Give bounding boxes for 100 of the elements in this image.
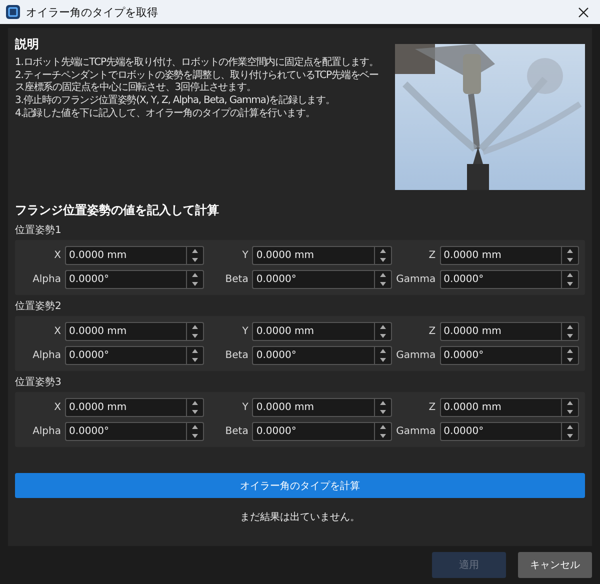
pose-label: 位置姿勢3 bbox=[15, 376, 62, 389]
spin-down-icon[interactable] bbox=[192, 410, 198, 414]
spin-down-icon[interactable] bbox=[566, 282, 573, 286]
number-input[interactable]: 0.0000 mm bbox=[252, 398, 374, 417]
spin-buttons[interactable] bbox=[374, 322, 392, 341]
spin-down-icon[interactable] bbox=[380, 358, 386, 362]
spin-buttons[interactable] bbox=[186, 398, 204, 417]
number-input[interactable]: 0.0000 mm bbox=[252, 322, 374, 341]
spin-up-icon[interactable] bbox=[192, 249, 198, 254]
spin-up-icon[interactable] bbox=[380, 249, 386, 254]
spin-up-icon[interactable] bbox=[192, 325, 198, 330]
spin-down-icon[interactable] bbox=[192, 334, 198, 338]
spin-up-icon[interactable] bbox=[380, 401, 386, 406]
number-input[interactable]: 0.0000° bbox=[440, 422, 561, 441]
spin-down-icon[interactable] bbox=[192, 434, 198, 438]
spin-up-icon[interactable] bbox=[566, 401, 573, 406]
field-label: Z bbox=[428, 250, 436, 261]
field-label: X bbox=[53, 326, 61, 337]
number-input[interactable]: 0.0000° bbox=[252, 270, 374, 289]
spin-down-icon[interactable] bbox=[192, 258, 198, 262]
number-input[interactable]: 0.0000° bbox=[252, 346, 374, 365]
spin-up-icon[interactable] bbox=[192, 273, 198, 278]
spin-down-icon[interactable] bbox=[192, 282, 198, 286]
pose-label: 位置姿勢2 bbox=[15, 300, 62, 313]
spin-down-icon[interactable] bbox=[380, 334, 386, 338]
number-input[interactable]: 0.0000 mm bbox=[440, 322, 561, 341]
spin-buttons[interactable] bbox=[374, 346, 392, 365]
spin-down-icon[interactable] bbox=[566, 258, 573, 262]
field-label: Z bbox=[428, 326, 436, 337]
spin-down-icon[interactable] bbox=[566, 358, 573, 362]
number-input[interactable]: 0.0000 mm bbox=[252, 246, 374, 265]
field-label: Beta bbox=[224, 274, 248, 285]
spin-down-icon[interactable] bbox=[380, 258, 386, 262]
instruction-step: 2.ティーチペンダントでロボットの姿勢を調整し、取り付けられているTCP先端をベース座標系の固定点を中心に回転させ、3回停止させます。 bbox=[15, 70, 387, 94]
spin-buttons[interactable] bbox=[560, 398, 579, 417]
spin-buttons[interactable] bbox=[186, 322, 204, 341]
spin-up-icon[interactable] bbox=[380, 325, 386, 330]
field-label: Beta bbox=[224, 350, 248, 361]
app-icon bbox=[6, 5, 20, 19]
spin-buttons[interactable] bbox=[560, 322, 579, 341]
spin-buttons[interactable] bbox=[374, 246, 392, 265]
number-input[interactable]: 0.0000° bbox=[440, 270, 561, 289]
spin-up-icon[interactable] bbox=[566, 425, 573, 430]
number-input[interactable]: 0.0000 mm bbox=[65, 398, 186, 417]
spin-up-icon[interactable] bbox=[192, 401, 198, 406]
section-title: フランジ位置姿勢の値を記入して計算 bbox=[15, 202, 220, 219]
spin-buttons[interactable] bbox=[560, 346, 579, 365]
instruction-step: 4.記録した値を下に記入して、オイラー角のタイプの計算を行います。 bbox=[15, 108, 387, 120]
spin-up-icon[interactable] bbox=[566, 249, 573, 254]
spin-up-icon[interactable] bbox=[380, 349, 386, 354]
field-label: Alpha bbox=[32, 426, 61, 437]
spin-down-icon[interactable] bbox=[566, 434, 573, 438]
spin-down-icon[interactable] bbox=[380, 434, 386, 438]
result-message: まだ結果は出ていません。 bbox=[240, 510, 360, 524]
window-title: オイラー角のタイプを取得 bbox=[26, 4, 159, 20]
number-input[interactable]: 0.0000° bbox=[440, 346, 561, 365]
spin-up-icon[interactable] bbox=[380, 273, 386, 278]
spin-buttons[interactable] bbox=[374, 422, 392, 441]
spin-up-icon[interactable] bbox=[566, 349, 573, 354]
spin-buttons[interactable] bbox=[374, 398, 392, 417]
number-input[interactable]: 0.0000° bbox=[65, 422, 186, 441]
spin-buttons[interactable] bbox=[560, 270, 579, 289]
close-icon[interactable] bbox=[578, 6, 588, 18]
field-label: Alpha bbox=[32, 274, 61, 285]
spin-down-icon[interactable] bbox=[380, 282, 386, 286]
spin-down-icon[interactable] bbox=[566, 334, 573, 338]
number-input[interactable]: 0.0000° bbox=[65, 346, 186, 365]
field-label: Z bbox=[428, 402, 436, 413]
spin-up-icon[interactable] bbox=[380, 425, 386, 430]
spin-down-icon[interactable] bbox=[566, 410, 573, 414]
spin-buttons[interactable] bbox=[186, 346, 204, 365]
spin-up-icon[interactable] bbox=[192, 425, 198, 430]
spin-up-icon[interactable] bbox=[566, 273, 573, 278]
instruction-step: 3.停止時のフランジ位置姿勢(X, Y, Z, Alpha, Beta, Gamma)を記録します。 bbox=[15, 95, 387, 107]
spin-buttons[interactable] bbox=[560, 422, 579, 441]
number-input[interactable]: 0.0000 mm bbox=[65, 246, 186, 265]
spin-down-icon[interactable] bbox=[192, 358, 198, 362]
field-label: Gamma bbox=[396, 426, 436, 437]
calculate-button[interactable]: オイラー角のタイプを計算 bbox=[15, 473, 585, 498]
spin-buttons[interactable] bbox=[560, 246, 579, 265]
number-input[interactable]: 0.0000° bbox=[252, 422, 374, 441]
field-label: Alpha bbox=[32, 350, 61, 361]
dialog-button[interactable]: キャンセル bbox=[518, 552, 592, 578]
spin-buttons[interactable] bbox=[186, 246, 204, 265]
description-heading: 説明 bbox=[15, 36, 40, 53]
field-label: Y bbox=[241, 326, 248, 337]
spin-up-icon[interactable] bbox=[192, 349, 198, 354]
spin-buttons[interactable] bbox=[374, 270, 392, 289]
spin-buttons[interactable] bbox=[186, 270, 204, 289]
field-label: Y bbox=[241, 402, 248, 413]
number-input[interactable]: 0.0000 mm bbox=[65, 322, 186, 341]
number-input[interactable]: 0.0000° bbox=[65, 270, 186, 289]
field-label: Beta bbox=[224, 426, 248, 437]
spin-up-icon[interactable] bbox=[566, 325, 573, 330]
instruction-step: 1.ロボット先端にTCP先端を取り付け、ロボットの作業空間内に固定点を配置します。 bbox=[15, 57, 387, 69]
pose-label: 位置姿勢1 bbox=[15, 224, 62, 237]
number-input[interactable]: 0.0000 mm bbox=[440, 246, 561, 265]
spin-buttons[interactable] bbox=[186, 422, 204, 441]
spin-down-icon[interactable] bbox=[380, 410, 386, 414]
number-input[interactable]: 0.0000 mm bbox=[440, 398, 561, 417]
